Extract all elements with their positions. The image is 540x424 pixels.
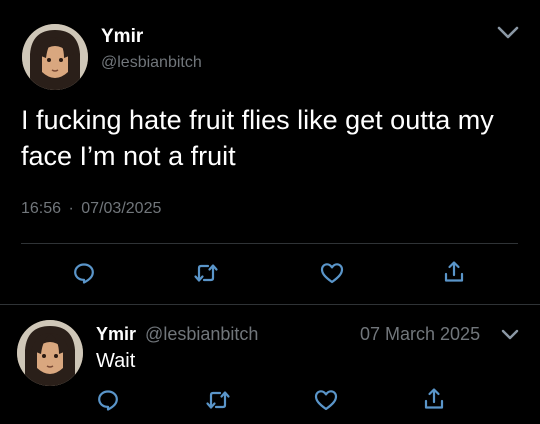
like-icon[interactable] — [320, 262, 344, 284]
author-handle[interactable]: @lesbianbitch — [101, 54, 202, 72]
retweet-icon[interactable] — [193, 261, 219, 285]
reply-icon[interactable] — [96, 388, 120, 412]
chevron-down-icon[interactable] — [496, 24, 520, 42]
author-display-name[interactable]: Ymir — [101, 26, 143, 48]
tweet-date: 07/03/2025 — [81, 200, 162, 217]
chevron-down-icon[interactable] — [501, 328, 519, 342]
tweet-timestamp: 16:56 · 07/03/2025 — [21, 200, 161, 218]
avatar-image — [22, 24, 88, 90]
reply-date[interactable]: 07 March 2025 — [360, 324, 480, 345]
share-icon[interactable] — [423, 387, 445, 411]
divider — [21, 243, 518, 244]
reply-icon[interactable] — [72, 261, 96, 285]
author-handle[interactable]: @lesbianbitch — [145, 324, 258, 344]
like-icon[interactable] — [314, 389, 338, 411]
timestamp-separator: · — [68, 200, 74, 217]
retweet-icon[interactable] — [205, 388, 231, 412]
reply-text: Wait — [96, 350, 136, 372]
author-display-name[interactable]: Ymir — [96, 324, 136, 344]
avatar-image — [17, 320, 83, 386]
tweet-text: I fucking hate fruit flies like get outt… — [21, 105, 494, 171]
avatar[interactable] — [17, 320, 83, 386]
tweet-time: 16:56 — [21, 200, 62, 217]
reply-header: Ymir @lesbianbitch — [96, 324, 258, 345]
avatar[interactable] — [22, 24, 88, 90]
section-divider — [0, 304, 540, 305]
share-icon[interactable] — [443, 260, 465, 284]
